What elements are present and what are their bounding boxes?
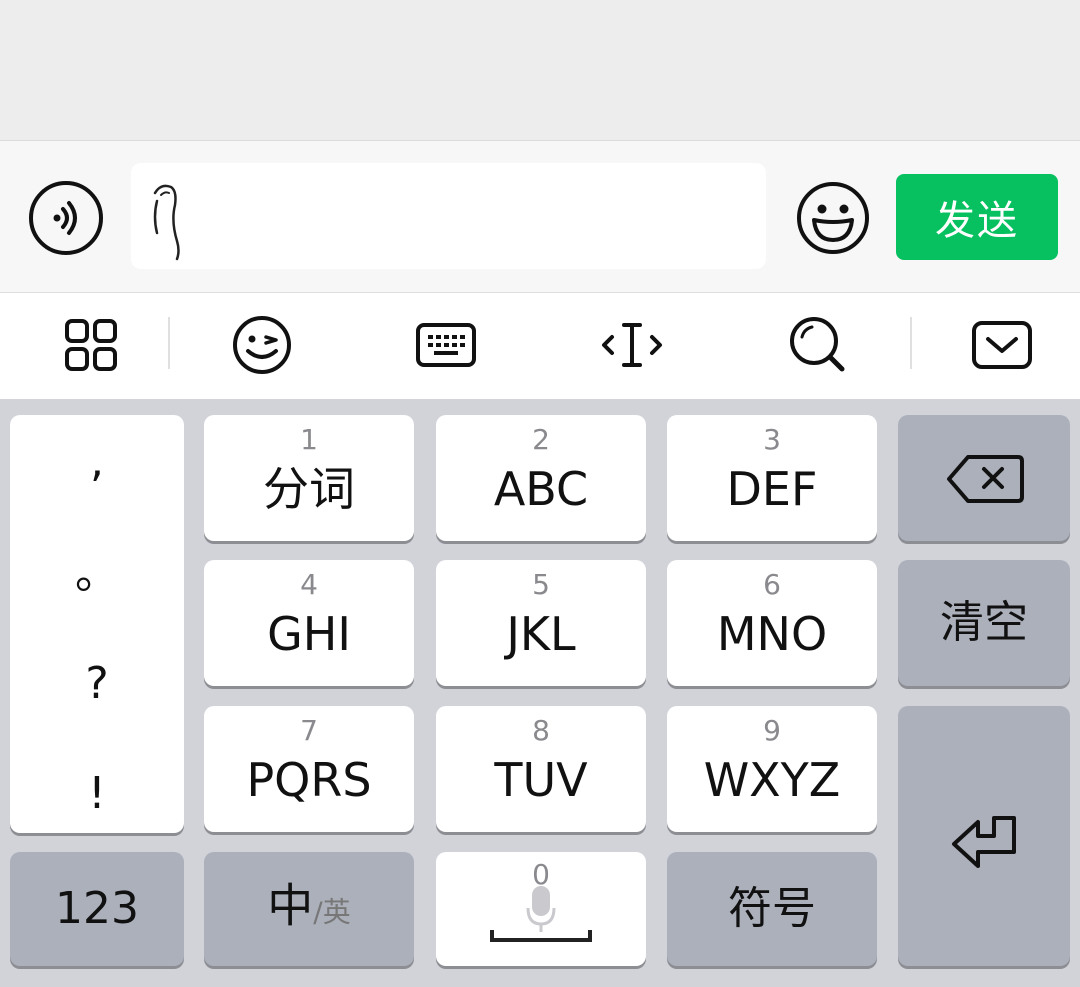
key-number: 6 [763, 568, 781, 601]
key-3-def[interactable]: 3 DEF [667, 415, 877, 541]
key-number: 5 [532, 568, 550, 601]
toolbar-divider [910, 317, 912, 369]
num-mode-key[interactable]: 123 [10, 852, 184, 966]
key-letters: MNO [716, 607, 828, 661]
key-letters: 分词 [263, 462, 355, 516]
backspace-key[interactable] [898, 415, 1070, 541]
key-9-wxyz[interactable]: 9 WXYZ [667, 706, 877, 832]
keyboard-icon[interactable] [414, 313, 478, 377]
collapse-keyboard-icon[interactable] [970, 313, 1034, 377]
key-number: 3 [763, 423, 781, 456]
key-number: 9 [763, 714, 781, 747]
voice-wave-icon [53, 201, 77, 235]
key-letters: GHI [267, 607, 351, 661]
key-letters: ABC [493, 462, 589, 516]
zh-label: 中 [267, 878, 314, 933]
wink-emoji-icon[interactable] [230, 313, 294, 377]
key-number: 8 [532, 714, 550, 747]
enter-key[interactable] [898, 706, 1070, 966]
voice-input-button[interactable] [29, 181, 103, 255]
punctuation-key[interactable]: , 。 ? ! [10, 415, 184, 833]
key-letters: DEF [726, 462, 818, 516]
symbol-key[interactable]: 符号 [667, 852, 877, 966]
cursor-move-icon[interactable] [600, 313, 664, 377]
key-letters: JKL [506, 607, 576, 661]
en-label: /英 [313, 895, 351, 929]
punct-comma: , [90, 436, 104, 487]
key-letters: TUV [494, 753, 588, 807]
search-icon[interactable] [786, 313, 850, 377]
key-letters: PQRS [246, 753, 372, 807]
punct-exclamation: ! [88, 768, 106, 819]
toolbar-divider [168, 317, 170, 369]
key-number: 4 [300, 568, 318, 601]
key-number: 2 [532, 423, 550, 456]
key-8-tuv[interactable]: 8 TUV [436, 706, 646, 832]
clear-key[interactable]: 清空 [898, 560, 1070, 686]
symbol-label: 符号 [728, 883, 816, 934]
grid-apps-icon[interactable] [59, 313, 123, 377]
num-mode-label: 123 [55, 883, 139, 934]
smiley-icon [797, 182, 869, 254]
key-7-pqrs[interactable]: 7 PQRS [204, 706, 414, 832]
punct-question: ? [85, 658, 109, 709]
chat-content-area [0, 0, 1080, 141]
key-2-abc[interactable]: 2 ABC [436, 415, 646, 541]
microphone-icon [490, 886, 592, 942]
key-letters: WXYZ [703, 753, 841, 807]
return-icon [952, 816, 1016, 868]
backspace-icon [947, 455, 1024, 503]
zh-en-toggle-key[interactable]: 中/英 [204, 852, 414, 966]
clear-label: 清空 [940, 597, 1028, 648]
emoji-button[interactable] [795, 180, 871, 256]
punct-period: 。 [75, 548, 119, 599]
handwriting-stroke-icon [153, 184, 180, 261]
key-5-jkl[interactable]: 5 JKL [436, 560, 646, 686]
key-number: 7 [300, 714, 318, 747]
keyboard-toolbar [0, 293, 1080, 399]
space-key[interactable]: 0 [436, 852, 646, 966]
send-button[interactable]: 发送 [896, 174, 1058, 260]
key-4-ghi[interactable]: 4 GHI [204, 560, 414, 686]
key-1-segment[interactable]: 1 分词 [204, 415, 414, 541]
key-6-mno[interactable]: 6 MNO [667, 560, 877, 686]
key-number: 1 [300, 423, 318, 456]
message-input[interactable] [131, 163, 766, 269]
